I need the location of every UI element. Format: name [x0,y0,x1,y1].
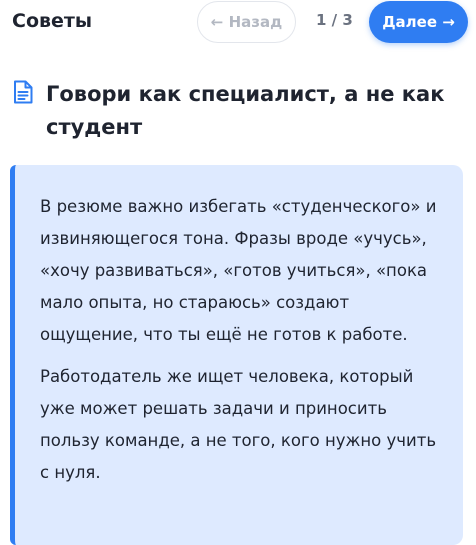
tip-paragraph-2: Работодатель же ищет человека, который у… [40,367,437,482]
document-icon [14,80,33,104]
tip-heading: Говори как специалист, а не как студент [12,78,467,144]
tip-paragraph-1: В резюме важно избегать «студенческого» … [40,197,437,344]
tip-title: Говори как специалист, а не как студент [46,82,445,139]
next-button[interactable]: Далее → [369,1,468,43]
page-counter: 1 / 3 [316,11,353,29]
prev-button[interactable]: ← Назад [197,1,296,43]
tip-callout: В резюме важно избегать «студенческого» … [10,165,463,545]
section-title: Советы [12,10,93,32]
top-bar: Советы ← Назад 1 / 3 Далее → [0,0,476,46]
